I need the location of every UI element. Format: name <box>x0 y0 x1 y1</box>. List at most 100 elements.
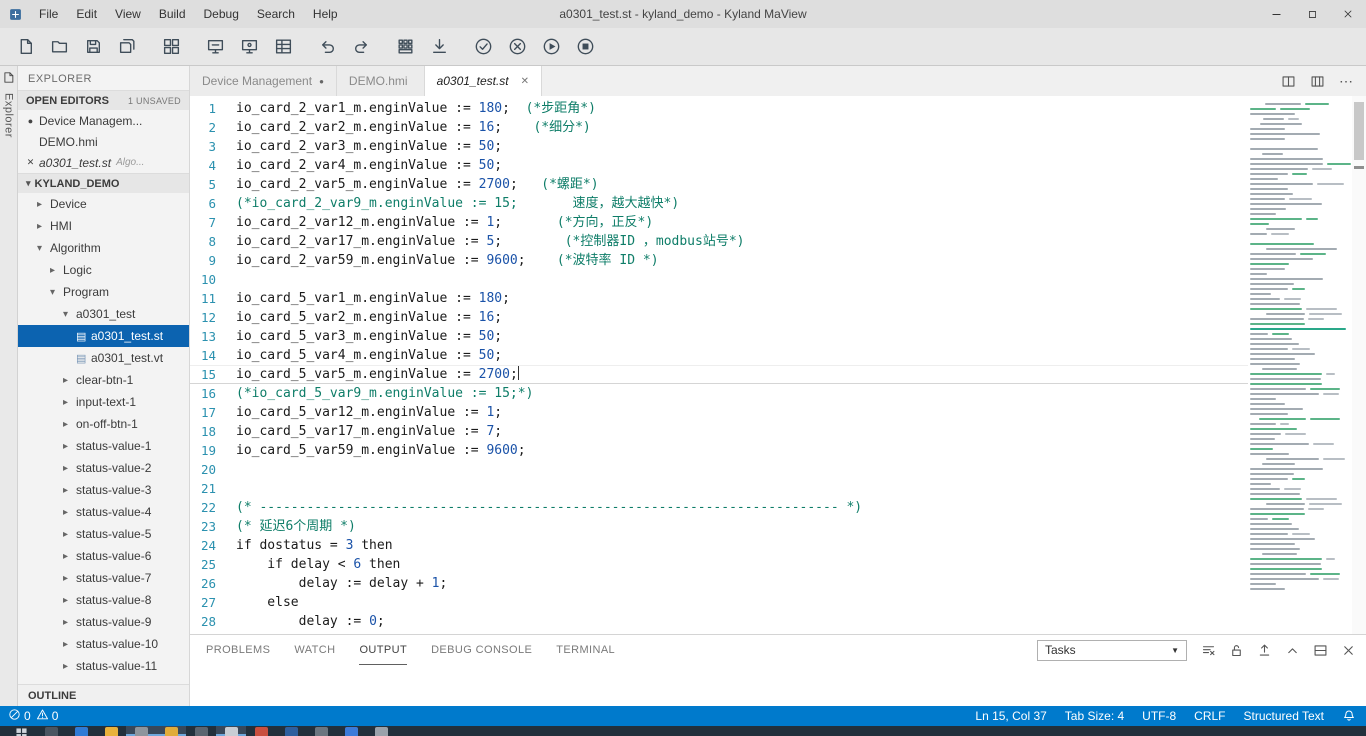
open-editors-header[interactable]: OPEN EDITORS 1 UNSAVED <box>18 90 189 110</box>
encoding-indicator[interactable]: UTF-8 <box>1142 709 1176 723</box>
code-line[interactable]: 11io_card_5_var1_m.enginValue := 180; <box>190 289 1248 308</box>
tree-item-status-value-1[interactable]: ▸status-value-1 <box>18 435 189 457</box>
code-line[interactable]: 9io_card_2_var59_m.enginValue := 9600; (… <box>190 251 1248 270</box>
tree-item-Logic[interactable]: ▸Logic <box>18 259 189 281</box>
pin-output-icon[interactable] <box>1257 643 1272 658</box>
panel-tab-debug-console[interactable]: DEBUG CONSOLE <box>431 635 532 665</box>
code-line[interactable]: 15io_card_5_var5_m.enginValue := 2700; <box>190 365 1248 384</box>
output-content[interactable] <box>190 665 1366 706</box>
editor-tab-Device Management[interactable]: Device Management● <box>190 66 337 96</box>
menu-file[interactable]: File <box>30 0 67 28</box>
tree-item-a0301_test[interactable]: ▾a0301_test <box>18 303 189 325</box>
editor-tab-DEMO.hmi[interactable]: DEMO.hmi <box>337 66 425 96</box>
code-line[interactable]: 2io_card_2_var2_m.enginValue := 16; (*细分… <box>190 118 1248 137</box>
tree-item-status-value-4[interactable]: ▸status-value-4 <box>18 501 189 523</box>
tree-item-Program[interactable]: ▾Program <box>18 281 189 303</box>
undo-button[interactable] <box>312 32 342 62</box>
taskbar-app-icon[interactable] <box>156 726 186 736</box>
import-button[interactable] <box>424 32 454 62</box>
unlock-icon[interactable] <box>1229 643 1244 658</box>
code-line[interactable]: 21 <box>190 479 1248 498</box>
eol-indicator[interactable]: CRLF <box>1194 709 1225 723</box>
cursor-position[interactable]: Ln 15, Col 37 <box>975 709 1046 723</box>
tree-item-input-text-1[interactable]: ▸input-text-1 <box>18 391 189 413</box>
code-line[interactable]: 7io_card_2_var12_m.enginValue := 1; (*方向… <box>190 213 1248 232</box>
tree-item-status-value-3[interactable]: ▸status-value-3 <box>18 479 189 501</box>
taskbar-app-icon[interactable] <box>96 726 126 736</box>
code-line[interactable]: 10 <box>190 270 1248 289</box>
save-button[interactable] <box>78 32 108 62</box>
close-panel-icon[interactable] <box>1341 643 1356 658</box>
open-editor-item[interactable]: ✕a0301_test.stAlgo... <box>18 152 189 173</box>
tree-item-status-value-6[interactable]: ▸status-value-6 <box>18 545 189 567</box>
deploy-device-button[interactable] <box>200 32 230 62</box>
problems-indicator[interactable]: 0 0 <box>8 708 58 724</box>
code-line[interactable]: 18io_card_5_var17_m.enginValue := 7; <box>190 422 1248 441</box>
tree-item-status-value-5[interactable]: ▸status-value-5 <box>18 523 189 545</box>
taskbar-app-icon[interactable] <box>66 726 96 736</box>
menu-search[interactable]: Search <box>248 0 304 28</box>
taskbar-app-icon[interactable] <box>216 726 246 736</box>
tree-item-HMI[interactable]: ▸HMI <box>18 215 189 237</box>
taskbar-app-icon[interactable] <box>36 726 66 736</box>
keypad-button[interactable] <box>390 32 420 62</box>
notifications-bell-icon[interactable] <box>1342 709 1356 723</box>
menu-help[interactable]: Help <box>304 0 347 28</box>
code-line[interactable]: 6(*io_card_2_var9_m.enginValue := 15; 速度… <box>190 194 1248 213</box>
tree-item-status-value-8[interactable]: ▸status-value-8 <box>18 589 189 611</box>
code-line[interactable]: 4io_card_2_var4_m.enginValue := 50; <box>190 156 1248 175</box>
code-line[interactable]: 1io_card_2_var1_m.enginValue := 180; (*步… <box>190 99 1248 118</box>
menu-build[interactable]: Build <box>150 0 195 28</box>
menu-debug[interactable]: Debug <box>195 0 248 28</box>
taskbar-app-icon[interactable] <box>246 726 276 736</box>
menu-edit[interactable]: Edit <box>67 0 106 28</box>
close-editor-icon[interactable]: ✕ <box>23 157 38 168</box>
tree-item-status-value-9[interactable]: ▸status-value-9 <box>18 611 189 633</box>
more-actions-icon[interactable]: ⋯ <box>1339 73 1354 90</box>
tasks-dropdown[interactable]: Tasks ▼ <box>1037 640 1187 661</box>
scrollbar-thumb[interactable] <box>1354 102 1364 160</box>
clear-output-icon[interactable] <box>1201 643 1216 658</box>
code-line[interactable]: 27 else <box>190 593 1248 612</box>
code-area[interactable]: 1io_card_2_var1_m.enginValue := 180; (*步… <box>190 96 1248 634</box>
tree-item-status-value-11[interactable]: ▸status-value-11 <box>18 655 189 677</box>
code-line[interactable]: 17io_card_5_var12_m.enginValue := 1; <box>190 403 1248 422</box>
project-header[interactable]: ▾ KYLAND_DEMO <box>18 173 189 193</box>
code-line[interactable]: 13io_card_5_var3_m.enginValue := 50; <box>190 327 1248 346</box>
code-line[interactable]: 20 <box>190 460 1248 479</box>
code-line[interactable]: 25 if delay < 6 then <box>190 555 1248 574</box>
taskbar-app-icon[interactable] <box>306 726 336 736</box>
taskbar-app-icon[interactable] <box>126 726 156 736</box>
code-line[interactable]: 26 delay := delay + 1; <box>190 574 1248 593</box>
taskbar-app-icon[interactable] <box>276 726 306 736</box>
tab-size-indicator[interactable]: Tab Size: 4 <box>1065 709 1124 723</box>
maximize-button[interactable] <box>1294 0 1330 28</box>
open-editor-item[interactable]: ●Device Managem... <box>18 110 189 131</box>
tree-item-clear-btn-1[interactable]: ▸clear-btn-1 <box>18 369 189 391</box>
language-mode-indicator[interactable]: Structured Text <box>1244 709 1324 723</box>
windows-start-icon[interactable] <box>6 726 36 736</box>
code-line[interactable]: 28 delay := 0; <box>190 612 1248 631</box>
open-editor-item[interactable]: DEMO.hmi <box>18 131 189 152</box>
tree-item-Device[interactable]: ▸Device <box>18 193 189 215</box>
redo-button[interactable] <box>346 32 376 62</box>
open-project-button[interactable] <box>44 32 74 62</box>
code-line[interactable]: 8io_card_2_var17_m.enginValue := 5; (*控制… <box>190 232 1248 251</box>
tree-item-status-value-10[interactable]: ▸status-value-10 <box>18 633 189 655</box>
table-button[interactable] <box>268 32 298 62</box>
code-line[interactable]: 12io_card_5_var2_m.enginValue := 16; <box>190 308 1248 327</box>
tree-item-on-off-btn-1[interactable]: ▸on-off-btn-1 <box>18 413 189 435</box>
close-button[interactable] <box>1330 0 1366 28</box>
stop-button[interactable] <box>570 32 600 62</box>
split-editor-icon[interactable] <box>1281 74 1296 89</box>
code-line[interactable]: 16(*io_card_5_var9_m.enginValue := 15;*) <box>190 384 1248 403</box>
code-line[interactable]: 23(* 延迟6个周期 *) <box>190 517 1248 536</box>
layout-columns-icon[interactable] <box>1310 74 1325 89</box>
explorer-icon[interactable] <box>2 71 15 87</box>
minimize-button[interactable] <box>1258 0 1294 28</box>
editor-tab-a0301_test.st[interactable]: a0301_test.st✕ <box>425 66 542 96</box>
code-line[interactable]: 24if dostatus = 3 then <box>190 536 1248 555</box>
code-line[interactable]: 5io_card_2_var5_m.enginValue := 2700; (*… <box>190 175 1248 194</box>
taskbar-app-icon[interactable] <box>366 726 396 736</box>
code-line[interactable]: 14io_card_5_var4_m.enginValue := 50; <box>190 346 1248 365</box>
